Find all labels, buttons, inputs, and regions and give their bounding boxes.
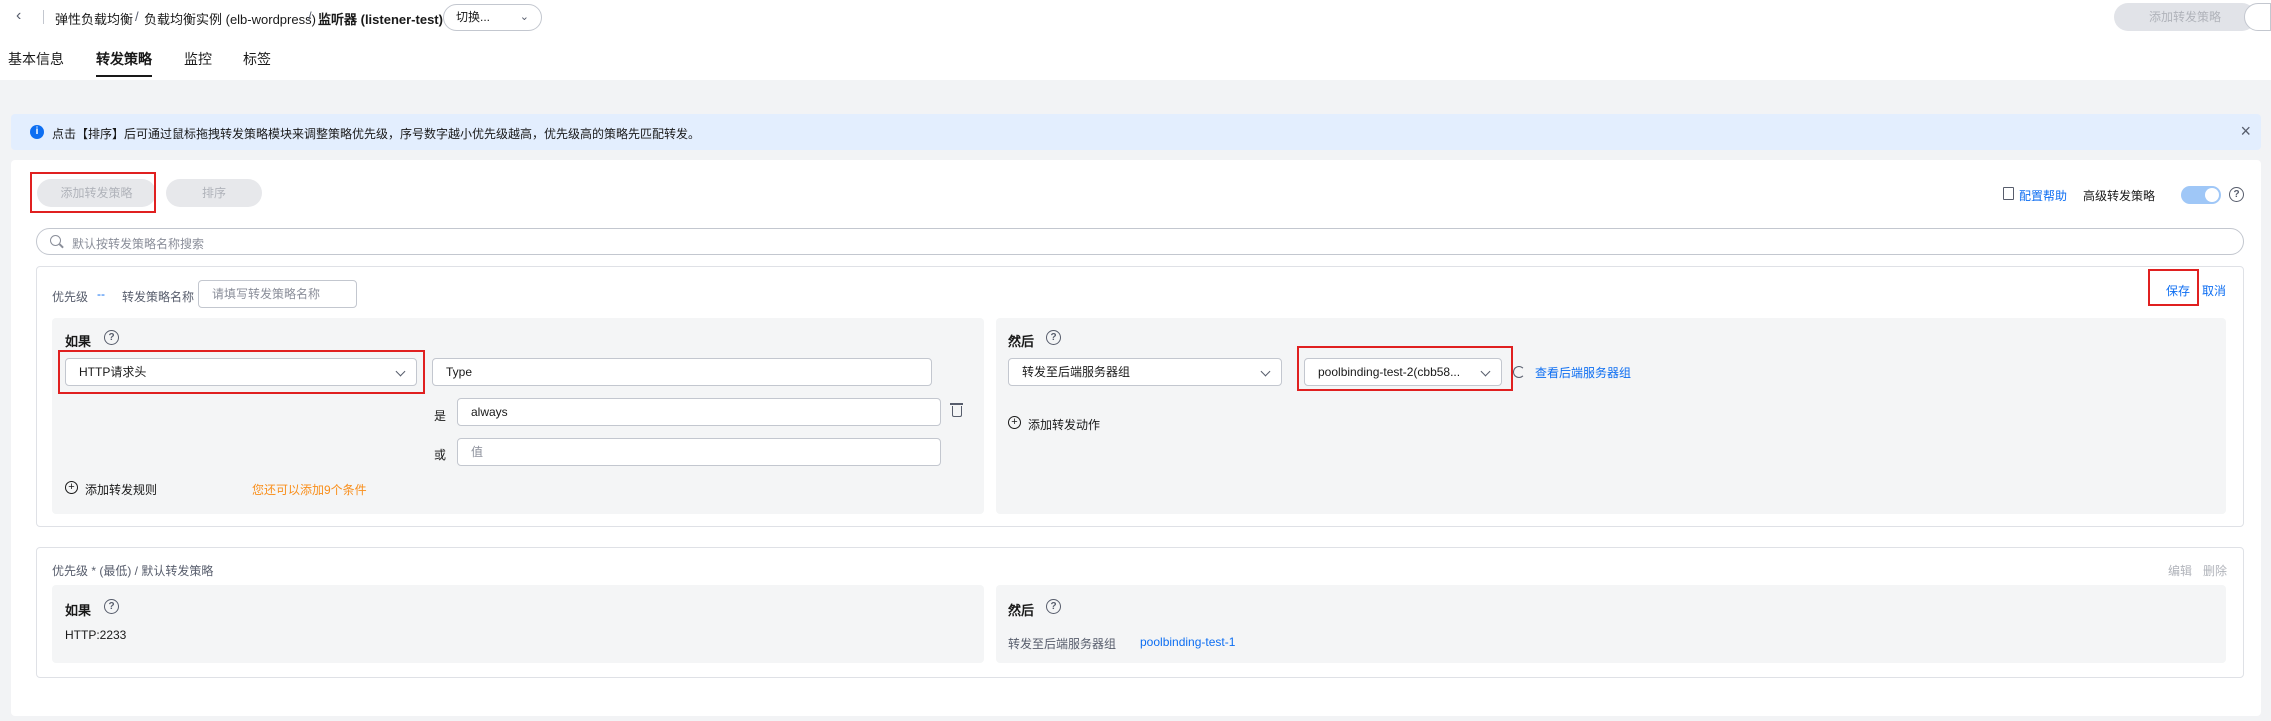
default-policy-header: 优先级 * (最低) / 默认转发策略 xyxy=(52,564,214,578)
priority-label: 优先级 xyxy=(52,290,89,304)
highlight-box xyxy=(30,172,156,213)
tab-bar: 基本信息 转发策略 监控 标签 xyxy=(0,34,2271,80)
then-title: 然后 xyxy=(1008,603,1035,618)
then-section xyxy=(996,318,2226,514)
if-title: 如果 xyxy=(65,603,92,618)
active-tab-indicator xyxy=(96,75,152,77)
action-type-value: 转发至后端服务器组 xyxy=(1022,365,1131,379)
switch-label: 切换... xyxy=(456,10,491,24)
back-arrow-icon[interactable]: ‹ xyxy=(16,8,30,24)
header-add-policy-button[interactable]: 添加转发策略 xyxy=(2114,3,2256,31)
default-action-label: 转发至后端服务器组 xyxy=(1008,637,1117,651)
delete-button[interactable]: 删除 xyxy=(2203,562,2227,579)
info-icon: i xyxy=(30,125,44,139)
edit-button[interactable]: 编辑 xyxy=(2168,562,2192,579)
sort-button[interactable]: 排序 xyxy=(166,179,262,207)
tab-forwarding-policy[interactable]: 转发策略 xyxy=(96,49,152,69)
remaining-conditions-hint: 您还可以添加9个条件 xyxy=(252,483,367,497)
breadcrumb-separator: / xyxy=(308,9,312,24)
toggle-knob xyxy=(2205,188,2219,202)
policy-search-input[interactable]: 默认按转发策略名称搜索 xyxy=(36,228,2244,255)
refresh-icon[interactable] xyxy=(1513,366,1525,378)
default-if-value: HTTP:2233 xyxy=(65,628,127,642)
default-server-group-link[interactable]: poolbinding-test-1 xyxy=(1140,635,1235,649)
action-type-select[interactable]: 转发至后端服务器组 xyxy=(1008,358,1282,386)
is-label: 是 xyxy=(434,409,447,423)
cancel-button[interactable]: 取消 xyxy=(2202,282,2226,299)
if-title: 如果 xyxy=(65,334,92,349)
help-icon[interactable]: ? xyxy=(104,599,119,614)
tab-tags[interactable]: 标签 xyxy=(243,49,271,69)
info-alert: i 点击【排序】后可通过鼠标拖拽转发策略模块来调整策略优先级，序号数字越小优先级… xyxy=(11,114,2261,150)
highlight-box xyxy=(2148,269,2199,306)
add-rule-link[interactable]: 添加转发规则 xyxy=(85,481,157,498)
advanced-policy-label: 高级转发策略 xyxy=(2083,189,2156,203)
help-icon[interactable]: ? xyxy=(2229,187,2244,202)
breadcrumb-listener: 监听器 (listener-test) xyxy=(318,12,443,27)
tab-basic-info[interactable]: 基本信息 xyxy=(8,49,64,69)
divider xyxy=(43,10,44,24)
add-action-link[interactable]: 添加转发动作 xyxy=(1028,416,1100,433)
highlight-box xyxy=(1297,346,1513,391)
add-icon[interactable]: + xyxy=(65,481,78,494)
breadcrumb-separator: / xyxy=(135,9,139,24)
header-search-icon[interactable] xyxy=(2244,3,2271,31)
tab-monitoring[interactable]: 监控 xyxy=(184,49,212,69)
priority-value: -- xyxy=(97,287,105,301)
add-icon[interactable]: + xyxy=(1008,416,1021,429)
breadcrumb-instance[interactable]: 负载均衡实例 (elb-wordpress) xyxy=(144,9,316,28)
then-title: 然后 xyxy=(1008,334,1035,349)
search-icon xyxy=(50,235,61,246)
policy-name-label: 转发策略名称 xyxy=(122,290,195,304)
help-icon[interactable]: ? xyxy=(1046,599,1061,614)
document-icon xyxy=(2003,187,2014,200)
help-icon[interactable]: ? xyxy=(1046,330,1061,345)
view-server-group-link[interactable]: 查看后端服务器组 xyxy=(1535,364,1631,381)
header-key-input[interactable]: Type xyxy=(432,358,932,386)
policy-name-input[interactable]: 请填写转发策略名称 xyxy=(198,280,357,308)
chevron-down-icon xyxy=(1260,366,1271,377)
or-value-input[interactable]: 值 xyxy=(457,438,941,466)
alert-text: 点击【排序】后可通过鼠标拖拽转发策略模块来调整策略优先级，序号数字越小优先级越高… xyxy=(52,127,701,141)
help-icon[interactable]: ? xyxy=(104,330,119,345)
switch-listener-dropdown[interactable]: 切换... ⌄ xyxy=(443,4,542,31)
close-icon[interactable]: × xyxy=(2240,121,2251,141)
breadcrumb-elb[interactable]: 弹性负载均衡 xyxy=(55,9,133,28)
chevron-down-icon: ⌄ xyxy=(519,11,529,23)
config-help-link[interactable]: 配置帮助 xyxy=(2019,187,2067,204)
header-value-input[interactable]: always xyxy=(457,398,941,426)
delete-icon[interactable] xyxy=(950,403,963,417)
search-placeholder: 默认按转发策略名称搜索 xyxy=(72,237,205,251)
highlight-box xyxy=(58,350,425,394)
or-label: 或 xyxy=(434,448,447,462)
default-if-section xyxy=(52,585,984,663)
default-then-section xyxy=(996,585,2226,663)
top-bar: ‹ 弹性负载均衡 / 负载均衡实例 (elb-wordpress) / 监听器 … xyxy=(0,0,2271,34)
advanced-policy-toggle[interactable] xyxy=(2181,186,2221,204)
